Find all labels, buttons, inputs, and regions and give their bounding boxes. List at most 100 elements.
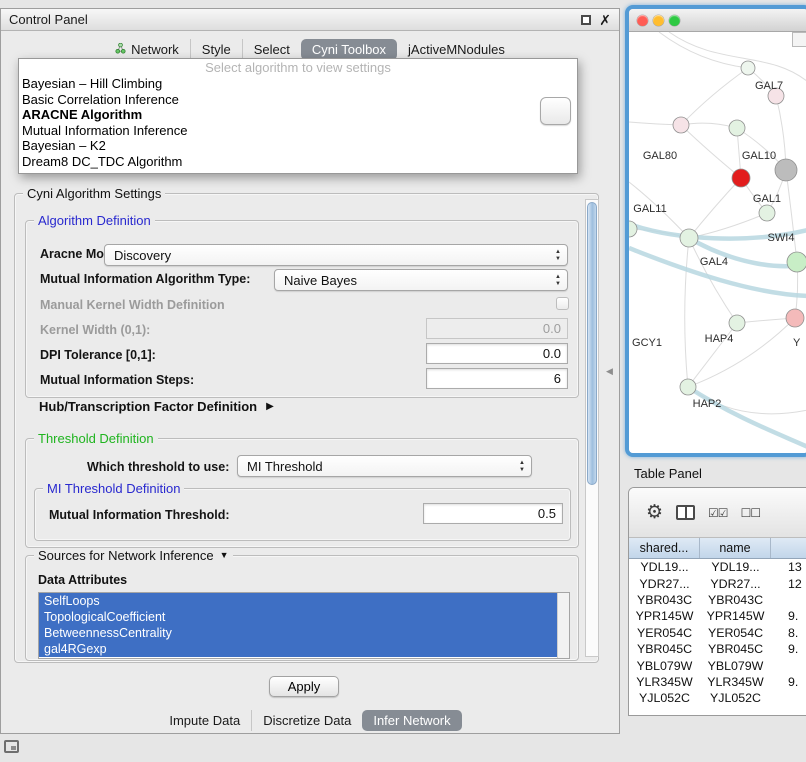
algorithm-option-bayesian-hill-climbing[interactable]: Bayesian – Hill Climbing [19, 76, 577, 92]
kernel-width-field: 0.0 [426, 318, 568, 339]
close-icon[interactable]: ✗ [599, 13, 611, 27]
attribute-item-selected[interactable]: SelfLoops [39, 593, 557, 609]
expand-right-icon[interactable]: ▶ [266, 401, 274, 412]
network-edge[interactable] [681, 123, 737, 128]
scrollbar-thumb[interactable] [587, 202, 597, 485]
mi-threshold-field[interactable]: 0.5 [423, 503, 563, 524]
threshold-definition-title: Threshold Definition [34, 431, 158, 446]
network-node[interactable] [680, 379, 696, 395]
node-label: GAL80 [643, 150, 677, 162]
network-graph[interactable]: GAL7GAL80GAL10GAL11GAL1SWI4GAL4GCY1HAP4Y… [629, 32, 806, 452]
network-node[interactable] [741, 61, 755, 75]
network-node[interactable] [729, 315, 745, 331]
settings-scrollbar[interactable] [585, 199, 599, 657]
network-node[interactable] [680, 229, 698, 247]
attribute-item-selected[interactable]: BetweennessCentrality [39, 625, 557, 641]
table-row[interactable]: YPR145WYPR145W9. [629, 608, 806, 624]
column-header-shared-[interactable]: shared... [629, 538, 700, 558]
table-row[interactable]: YDR27...YDR27...12 [629, 575, 806, 591]
network-edge[interactable] [659, 32, 748, 68]
algorithm-option-dream8-dc-tdc-algorithm[interactable]: Dream8 DC_TDC Algorithm [19, 154, 577, 170]
close-traffic-light-icon[interactable] [637, 15, 648, 26]
network-node[interactable] [629, 221, 637, 237]
table-row[interactable]: YBR043CYBR043C [629, 592, 806, 608]
table-cell: YDL19... [629, 559, 700, 575]
table-row[interactable]: YBR045CYBR045C9. [629, 641, 806, 657]
tab-jactivemnodules[interactable]: jActiveMNodules [397, 39, 516, 60]
node-label: GAL7 [755, 80, 783, 92]
minimize-traffic-light-icon[interactable] [653, 15, 664, 26]
mi-type-value: Naive Bayes [284, 273, 357, 288]
expand-down-icon[interactable]: ▼ [220, 548, 229, 563]
control-panel-window: Control Panel ✗ NetworkStyleSelectCyni T… [0, 8, 620, 734]
kernel-width-label: Kernel Width (0,1): [40, 323, 150, 337]
network-node[interactable] [673, 117, 689, 133]
column-layout-icon[interactable] [676, 505, 695, 520]
hub-definition-section[interactable]: Hub/Transcription Factor Definition ▶ [39, 399, 274, 414]
algorithm-option-mutual-information-inference[interactable]: Mutual Information Inference [19, 123, 577, 139]
table-cell: 12 [771, 575, 806, 591]
table-body: YDL19...YDL19...13YDR27...YDR27...12YBR0… [629, 559, 806, 707]
bottom-tab-impute-data[interactable]: Impute Data [158, 710, 251, 731]
hide-columns-icon[interactable]: ☐☐ [741, 506, 761, 520]
mi-type-dropdown[interactable]: Naive Bayes ▲▼ [274, 269, 568, 291]
network-edge[interactable] [681, 68, 748, 125]
tab-cyni-toolbox[interactable]: Cyni Toolbox [301, 39, 397, 60]
network-edge[interactable] [689, 178, 741, 238]
attribute-item-selected[interactable]: TopologicalCoefficient [39, 609, 557, 625]
table-row[interactable]: YBL079WYBL079W [629, 657, 806, 673]
show-columns-icon[interactable]: ☑☑ [708, 506, 728, 520]
table-cell: YDR27... [700, 575, 771, 591]
tab-network[interactable]: Network [104, 39, 190, 60]
network-edge[interactable] [669, 32, 806, 82]
network-node[interactable] [787, 252, 806, 272]
network-canvas[interactable]: GAL7GAL80GAL10GAL11GAL1SWI4GAL4GCY1HAP4Y… [629, 32, 806, 453]
network-node[interactable] [732, 169, 750, 187]
bottom-tab-discretize-data[interactable]: Discretize Data [251, 710, 362, 731]
network-edge[interactable] [786, 170, 797, 262]
table-row[interactable]: YJL052CYJL052C [629, 690, 806, 706]
canvas-scrollbar[interactable] [792, 32, 806, 47]
table-row[interactable]: YER054CYER054C8. [629, 625, 806, 641]
network-node[interactable] [729, 120, 745, 136]
tab-label: Impute Data [169, 713, 240, 728]
panel-collapse-grip[interactable]: ◀ [606, 366, 613, 377]
network-edge[interactable] [688, 387, 806, 447]
list-scrollbar[interactable] [557, 593, 569, 658]
gear-icon[interactable]: ⚙ [646, 503, 663, 522]
table-cell [771, 690, 806, 706]
table-cell: YBR043C [700, 592, 771, 608]
network-edge[interactable] [685, 238, 689, 387]
which-threshold-dropdown[interactable]: MI Threshold ▲▼ [237, 455, 532, 477]
column-header-2[interactable] [771, 538, 806, 558]
network-view-window: GAL7GAL80GAL10GAL11GAL1SWI4GAL4GCY1HAP4Y… [625, 5, 806, 457]
algorithm-option-bayesian-k2[interactable]: Bayesian – K2 [19, 138, 577, 154]
column-header-name[interactable]: name [700, 538, 771, 558]
apply-button[interactable]: Apply [269, 676, 339, 697]
tab-select[interactable]: Select [242, 39, 301, 60]
aracne-mode-dropdown[interactable]: Discovery ▲▼ [104, 244, 568, 266]
table-row[interactable]: YLR345WYLR345W9. [629, 674, 806, 690]
bottom-tab-infer-network[interactable]: Infer Network [362, 710, 461, 731]
settings-group-title: Cyni Algorithm Settings [23, 186, 165, 201]
network-node[interactable] [759, 205, 775, 221]
algorithm-option-basic-correlation-inference[interactable]: Basic Correlation Inference [19, 92, 577, 108]
combo-box-button[interactable] [540, 97, 571, 125]
table-row[interactable]: YDL19...YDL19...13 [629, 559, 806, 575]
dpi-tolerance-field[interactable]: 0.0 [426, 343, 568, 364]
mi-threshold-group-title: MI Threshold Definition [43, 481, 184, 496]
network-node[interactable] [786, 309, 804, 327]
node-label: HAP4 [705, 333, 734, 345]
network-edge[interactable] [689, 213, 767, 238]
mi-steps-field[interactable]: 6 [426, 368, 568, 389]
attribute-item-selected[interactable]: gal4RGexp [39, 641, 557, 657]
manual-kernel-checkbox[interactable] [556, 297, 569, 310]
algorithm-option-aracne-algorithm[interactable]: ARACNE Algorithm [19, 107, 577, 123]
zoom-traffic-light-icon[interactable] [669, 15, 680, 26]
float-panel-icon[interactable] [581, 15, 591, 25]
tab-style[interactable]: Style [190, 39, 242, 60]
data-attributes-list[interactable]: SelfLoopsTopologicalCoefficientBetweenne… [38, 592, 570, 659]
panel-dock-icon[interactable] [4, 740, 19, 753]
network-node[interactable] [775, 159, 797, 181]
control-panel-titlebar: Control Panel ✗ [1, 9, 619, 31]
